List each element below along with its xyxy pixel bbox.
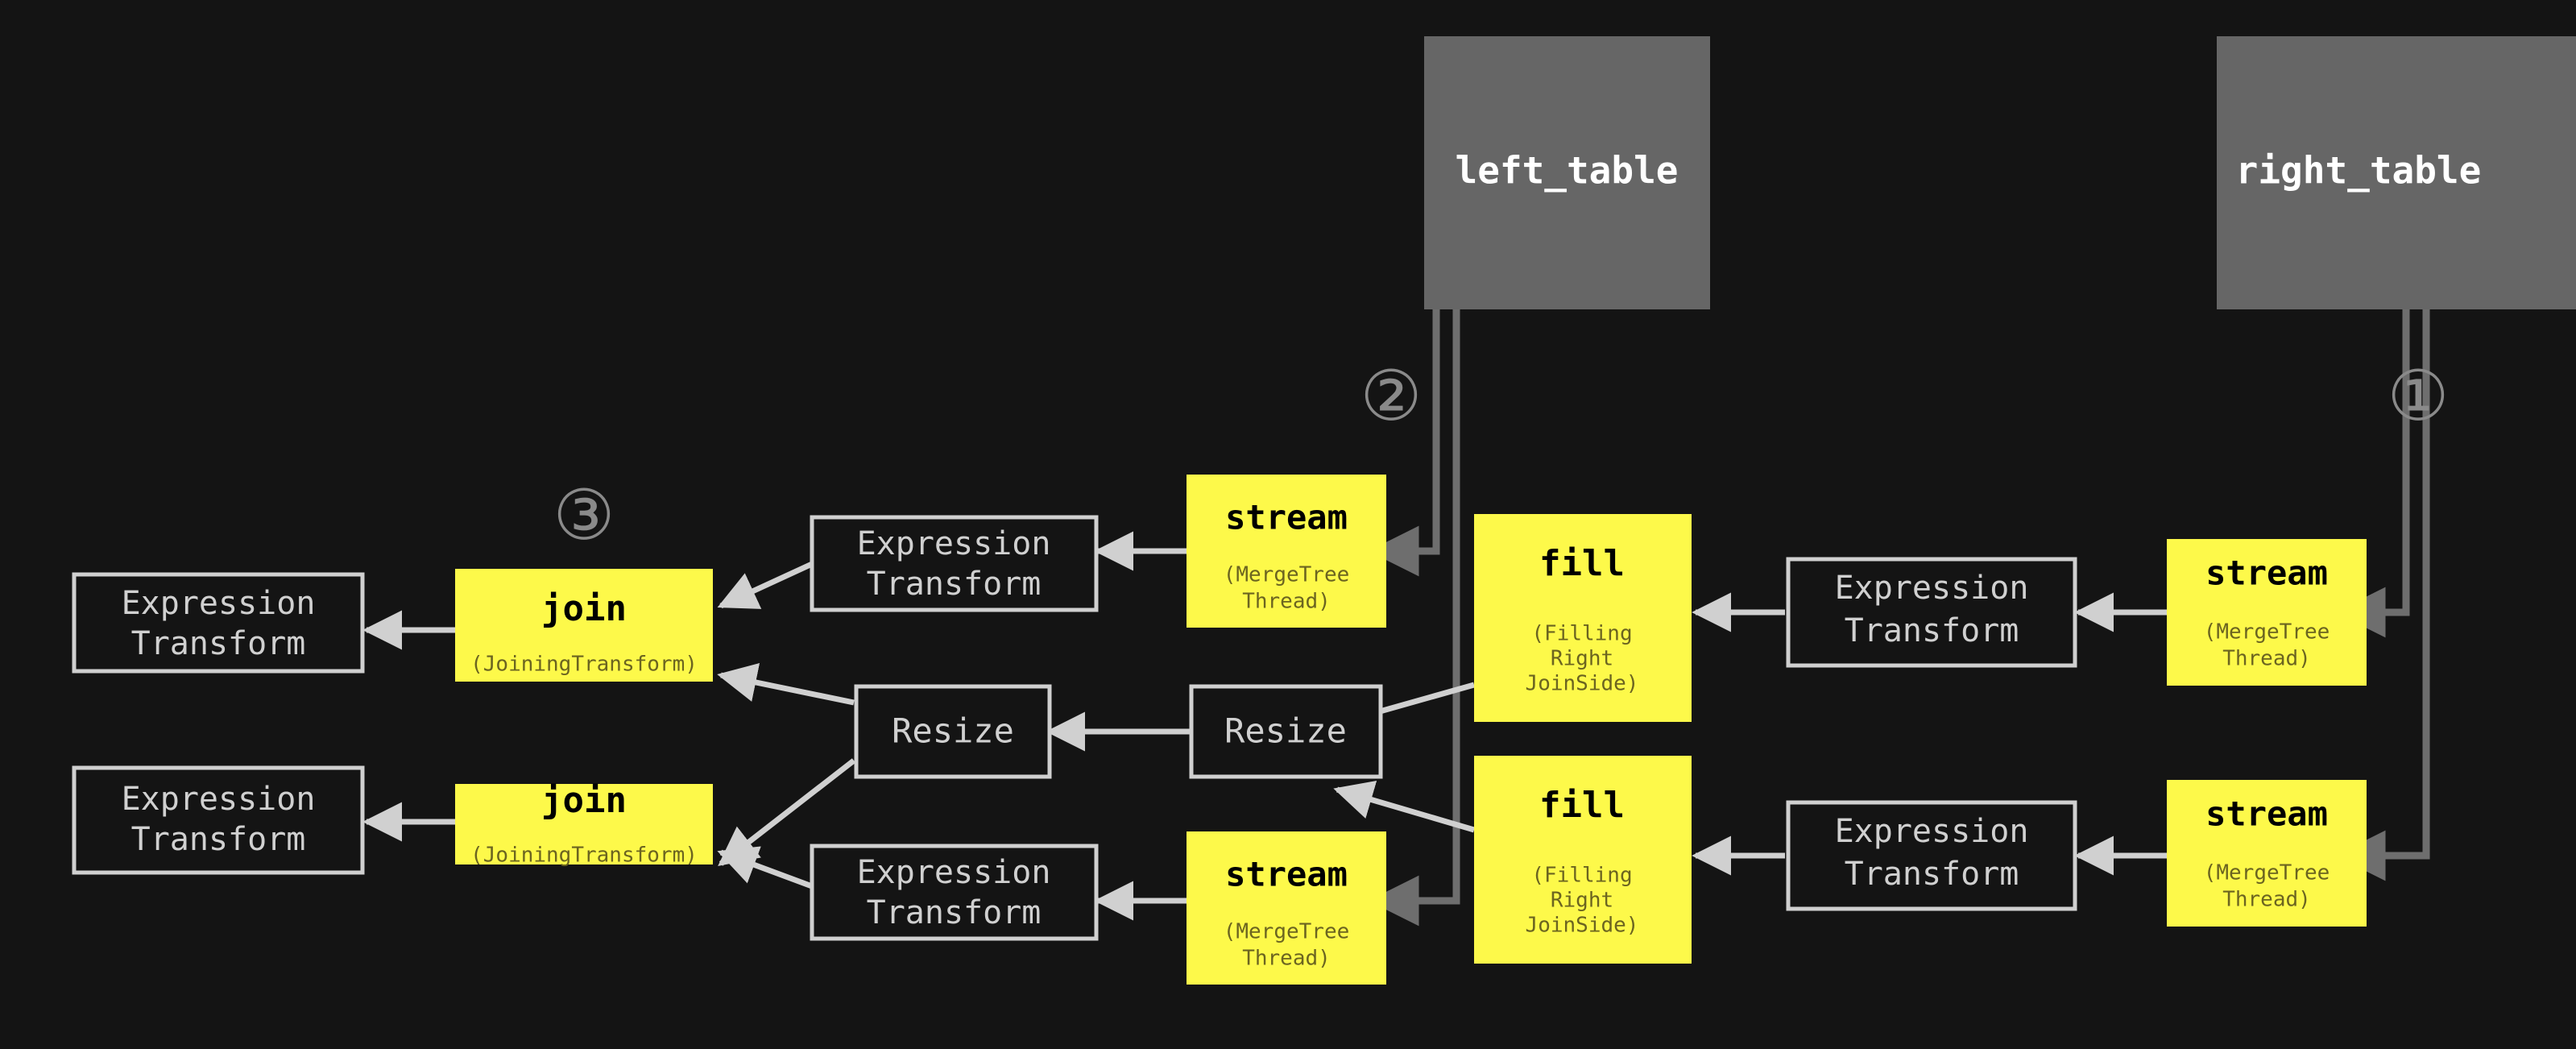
expr-right-top-line-2: Transform [1845,612,2019,649]
resize-right-label: Resize [1224,711,1347,751]
stream-top-sub-line-1: (MergeTree [1224,563,1350,587]
join-bottom-sub-label: (JoiningTransform) [470,844,698,868]
stream-right-bottom-sub-line-1: (MergeTree [2204,861,2330,885]
expr-right-bottom-line-1: Expression [1835,813,2029,850]
node-join-bottom[interactable]: join (JoiningTransform) [455,780,713,868]
node-fill-top[interactable]: fill (Filling Right JoinSide) [1474,514,1692,722]
fill-top-sub-line-3: JoinSide) [1526,672,1639,696]
stream-bottom-label: stream [1225,855,1348,894]
node-left-table[interactable]: left_table [1424,36,1710,309]
expr-out-bottom-line-1: Expression [122,781,316,818]
fill-bottom-sub-line-1: (Filling [1531,864,1632,888]
node-expr-out-bottom[interactable]: Expression Transform [72,765,365,875]
expr-mid-bottom-line-1: Expression [857,854,1051,891]
stream-right-top-sub-line-2: Thread) [2222,647,2311,671]
step-marker-3: ③ [553,475,615,556]
stream-top-label: stream [1225,498,1348,537]
expr-mid-bottom-line-2: Transform [867,894,1042,931]
node-stream-bottom[interactable]: stream (MergeTree Thread) [1187,831,1386,985]
pipeline-diagram: left_table right_table ① ② ③ stream (Mer… [0,0,2576,1049]
node-expr-mid-bottom[interactable]: Expression Transform [810,844,1099,941]
expr-mid-top-line-2: Transform [867,566,1042,603]
node-resize-left[interactable]: Resize [854,684,1052,779]
left-table-label: left_table [1456,149,1679,193]
step-marker-1: ① [2387,356,2449,437]
fill-top-sub-line-2: Right [1551,647,1613,671]
stream-right-top-sub-line-1: (MergeTree [2204,620,2330,645]
node-expr-right-bottom[interactable]: Expression Transform [1786,800,2077,911]
node-right-table[interactable]: right_table [2217,36,2576,309]
node-expr-mid-top[interactable]: Expression Transform [810,515,1099,612]
expr-right-top-line-1: Expression [1835,570,2029,607]
fill-bottom-sub-line-2: Right [1551,889,1613,913]
node-expr-right-top[interactable]: Expression Transform [1786,557,2077,668]
node-resize-right[interactable]: Resize [1189,684,1383,779]
join-top-sub-label: (JoiningTransform) [470,653,698,677]
node-stream-right-top[interactable]: stream (MergeTree Thread) [2167,539,2367,686]
node-fill-bottom[interactable]: fill (Filling Right JoinSide) [1474,756,1692,964]
stream-right-bottom-sub-line-2: Thread) [2222,888,2311,912]
fill-top-sub-line-1: (Filling [1531,622,1632,646]
stream-top-sub-line-2: Thread) [1242,590,1331,614]
expr-mid-top-line-1: Expression [857,525,1051,562]
stream-bottom-sub-line-2: Thread) [1242,947,1331,971]
node-join-top[interactable]: join (JoiningTransform) [455,569,713,682]
expr-out-top-line-1: Expression [122,585,316,622]
stream-bottom-sub-line-1: (MergeTree [1224,920,1350,944]
fill-top-label: fill [1539,543,1625,584]
node-stream-right-bottom[interactable]: stream (MergeTree Thread) [2167,780,2367,927]
fill-bottom-sub-line-3: JoinSide) [1526,914,1639,938]
fill-bottom-label: fill [1539,785,1625,826]
right-table-label: right_table [2236,149,2482,193]
diagram-canvas: left_table right_table ① ② ③ stream (Mer… [0,0,2576,1049]
join-top-label: join [541,588,627,629]
stream-right-bottom-label: stream [2205,794,2328,834]
step-marker-2: ② [1360,356,1422,437]
expr-right-bottom-line-2: Transform [1845,856,2019,893]
node-expr-out-top[interactable]: Expression Transform [72,572,365,674]
expr-out-top-line-2: Transform [131,625,306,662]
expr-out-bottom-line-2: Transform [131,821,306,858]
stream-right-top-label: stream [2205,554,2328,593]
node-stream-top[interactable]: stream (MergeTree Thread) [1187,475,1386,628]
join-bottom-label: join [541,780,627,821]
resize-left-label: Resize [892,711,1014,751]
